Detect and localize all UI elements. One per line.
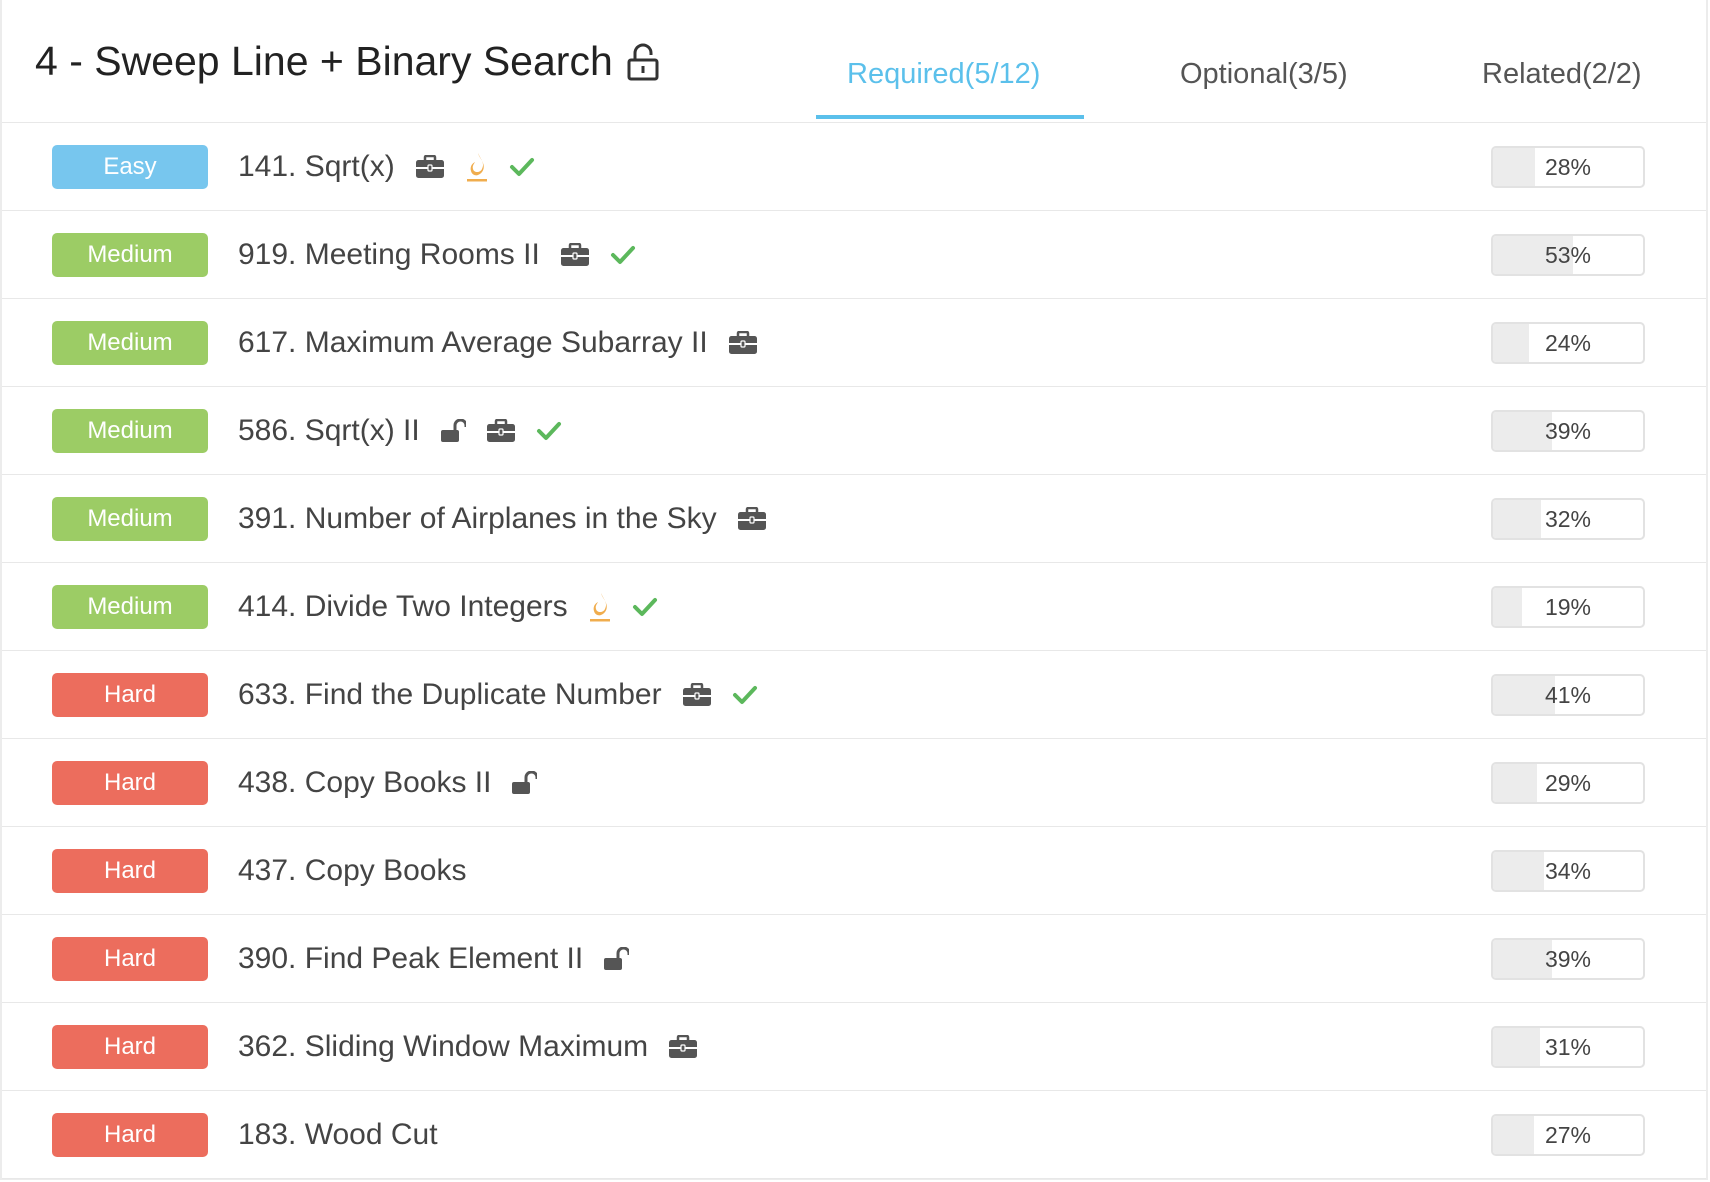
acceptance-rate: 39% — [1491, 410, 1645, 452]
problem-row: Hard 362. Sliding Window Maximum 31% — [2, 1003, 1706, 1091]
acceptance-rate: 32% — [1491, 498, 1645, 540]
problem-link[interactable]: 414. Divide Two Integers — [238, 563, 658, 651]
problem-title: 633. Find the Duplicate Number — [238, 678, 662, 711]
briefcase-icon — [486, 419, 516, 443]
acceptance-rate: 27% — [1491, 1114, 1645, 1156]
acceptance-rate-text: 31% — [1544, 1033, 1592, 1060]
problem-title: 437. Copy Books — [238, 854, 467, 887]
acceptance-rate: 41% — [1491, 674, 1645, 716]
problem-title: 438. Copy Books II — [238, 766, 492, 799]
difficulty-badge: Hard — [52, 849, 208, 893]
acceptance-rate: 53% — [1491, 234, 1645, 276]
problem-row: Medium 414. Divide Two Integers 19% — [2, 563, 1706, 651]
acceptance-rate-text: 29% — [1544, 769, 1592, 796]
difficulty-badge: Medium — [52, 585, 208, 629]
acceptance-rate: 28% — [1491, 146, 1645, 188]
problem-title: 919. Meeting Rooms II — [238, 238, 540, 271]
problem-title: 362. Sliding Window Maximum — [238, 1030, 649, 1063]
acceptance-rate: 19% — [1491, 586, 1645, 628]
difficulty-badge: Medium — [52, 233, 208, 277]
flame-icon — [465, 151, 489, 183]
difficulty-badge: Hard — [52, 937, 208, 981]
acceptance-rate-text: 39% — [1544, 945, 1592, 972]
check-icon — [632, 597, 658, 617]
difficulty-badge: Hard — [52, 673, 208, 717]
section-title: 4 - Sweep Line + Binary Search — [35, 38, 659, 85]
problem-row: Hard 633. Find the Duplicate Number 41% — [2, 651, 1706, 739]
briefcase-icon — [415, 155, 445, 179]
problem-row: Hard 438. Copy Books II 29% — [2, 739, 1706, 827]
active-tab-indicator — [816, 115, 1084, 119]
briefcase-icon — [737, 507, 767, 531]
briefcase-icon — [668, 1035, 698, 1059]
problem-link[interactable]: 919. Meeting Rooms II — [238, 211, 636, 299]
acceptance-rate-text: 27% — [1544, 1121, 1592, 1148]
lock-open-icon — [603, 947, 630, 971]
lock-open-icon — [511, 771, 538, 795]
problem-link[interactable]: 438. Copy Books II — [238, 739, 538, 827]
check-icon — [732, 685, 758, 705]
acceptance-rate-text: 53% — [1544, 241, 1592, 268]
acceptance-rate: 29% — [1491, 762, 1645, 804]
check-icon — [610, 245, 636, 265]
check-icon — [509, 157, 535, 177]
tab-optional[interactable]: Optional(3/5) — [1180, 58, 1348, 91]
difficulty-badge: Easy — [52, 145, 208, 189]
difficulty-badge: Hard — [52, 1025, 208, 1069]
problem-row: Medium 617. Maximum Average Subarray II … — [2, 299, 1706, 387]
acceptance-rate: 34% — [1491, 850, 1645, 892]
problem-row: Hard 390. Find Peak Element II 39% — [2, 915, 1706, 1003]
briefcase-icon — [682, 683, 712, 707]
problem-link[interactable]: 362. Sliding Window Maximum — [238, 1003, 698, 1091]
acceptance-rate: 24% — [1491, 322, 1645, 364]
tab-required[interactable]: Required(5/12) — [847, 58, 1040, 91]
difficulty-badge: Medium — [52, 321, 208, 365]
briefcase-icon — [728, 331, 758, 355]
problem-title: 390. Find Peak Element II — [238, 942, 584, 975]
acceptance-rate-text: 39% — [1544, 417, 1592, 444]
problem-row: Medium 586. Sqrt(x) II 39% — [2, 387, 1706, 475]
problem-row: Hard 437. Copy Books 34% — [2, 827, 1706, 915]
acceptance-rate-text: 34% — [1544, 857, 1592, 884]
lock-open-icon — [627, 43, 659, 81]
problem-link[interactable]: 391. Number of Airplanes in the Sky — [238, 475, 767, 563]
problem-title: 183. Wood Cut — [238, 1118, 438, 1151]
problem-title: 414. Divide Two Integers — [238, 590, 568, 623]
acceptance-rate: 39% — [1491, 938, 1645, 980]
problem-link[interactable]: 617. Maximum Average Subarray II — [238, 299, 758, 387]
problem-link[interactable]: 183. Wood Cut — [238, 1091, 438, 1179]
difficulty-badge: Hard — [52, 761, 208, 805]
acceptance-rate: 31% — [1491, 1026, 1645, 1068]
acceptance-rate-text: 19% — [1544, 593, 1592, 620]
problem-title: 141. Sqrt(x) — [238, 150, 395, 183]
acceptance-rate-text: 28% — [1544, 153, 1592, 180]
section-header: 4 - Sweep Line + Binary Search Required(… — [2, 0, 1706, 123]
acceptance-rate-text: 41% — [1544, 681, 1592, 708]
problem-row: Hard 183. Wood Cut 27% — [2, 1091, 1706, 1179]
check-icon — [536, 421, 562, 441]
briefcase-icon — [560, 243, 590, 267]
problem-row: Medium 391. Number of Airplanes in the S… — [2, 475, 1706, 563]
difficulty-badge: Medium — [52, 497, 208, 541]
problem-row: Easy 141. Sqrt(x) 28% — [2, 123, 1706, 211]
problem-link[interactable]: 437. Copy Books — [238, 827, 466, 915]
problem-link[interactable]: 633. Find the Duplicate Number — [238, 651, 758, 739]
problem-list-panel: 4 - Sweep Line + Binary Search Required(… — [0, 0, 1708, 1180]
difficulty-badge: Hard — [52, 1113, 208, 1157]
problem-title: 586. Sqrt(x) II — [238, 414, 420, 447]
section-title-text: 4 - Sweep Line + Binary Search — [35, 38, 613, 84]
problem-list: Easy 141. Sqrt(x) 28% Medium 919. Meetin… — [2, 123, 1706, 1179]
acceptance-rate-text: 24% — [1544, 329, 1592, 356]
difficulty-badge: Medium — [52, 409, 208, 453]
lock-open-icon — [440, 419, 466, 443]
problem-link[interactable]: 390. Find Peak Element II — [238, 915, 630, 1003]
flame-icon — [588, 591, 612, 623]
problem-title: 617. Maximum Average Subarray II — [238, 326, 708, 359]
problem-link[interactable]: 586. Sqrt(x) II — [238, 387, 562, 475]
tab-related[interactable]: Related(2/2) — [1482, 58, 1642, 91]
acceptance-rate-text: 32% — [1544, 505, 1592, 532]
problem-link[interactable]: 141. Sqrt(x) — [238, 123, 535, 211]
problem-row: Medium 919. Meeting Rooms II 53% — [2, 211, 1706, 299]
problem-title: 391. Number of Airplanes in the Sky — [238, 502, 717, 535]
